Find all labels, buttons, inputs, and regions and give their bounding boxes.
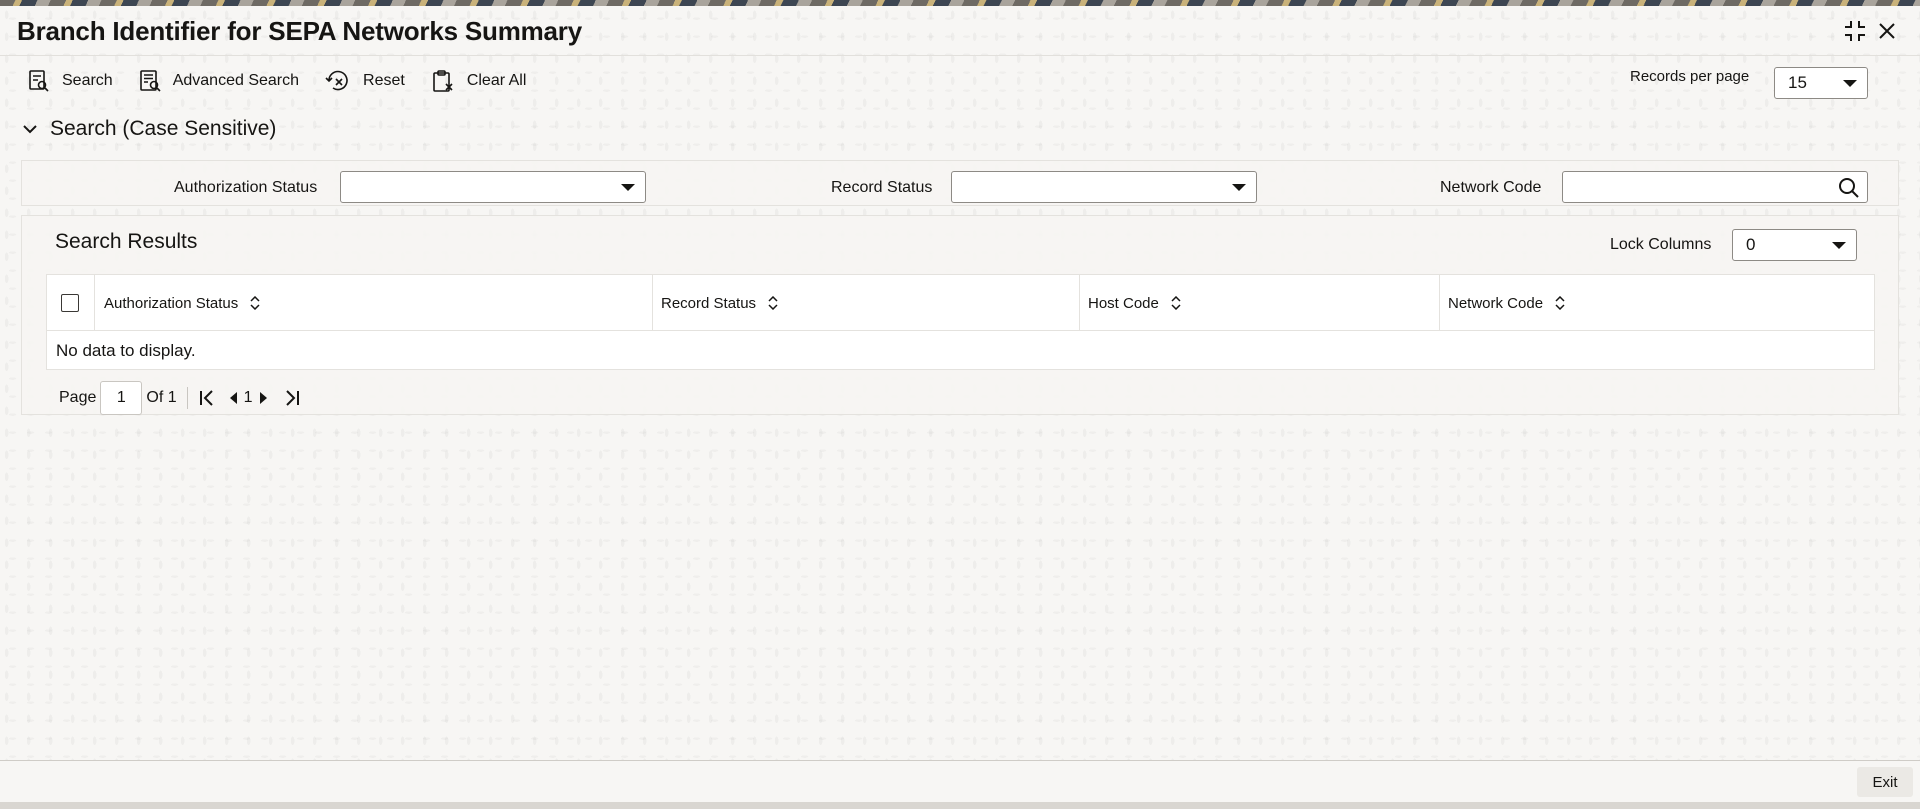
- collapse-window-icon: [1845, 21, 1865, 41]
- network-code-label: Network Code: [1440, 179, 1542, 196]
- column-label: Network Code: [1448, 294, 1544, 312]
- lock-columns-label: Lock Columns: [1610, 236, 1712, 253]
- column-header-authorization-status[interactable]: Authorization Status: [104, 275, 260, 331]
- exit-button[interactable]: Exit: [1857, 767, 1913, 797]
- clear-all-icon: [433, 70, 453, 92]
- sort-icon[interactable]: [1555, 296, 1565, 310]
- footer-bar: Exit: [0, 760, 1920, 802]
- previous-page-icon: [229, 392, 237, 404]
- lock-columns-value: 0: [1746, 235, 1756, 254]
- chevron-down-icon: [621, 184, 635, 191]
- collapse-window-button[interactable]: [1842, 18, 1868, 44]
- column-label: Host Code: [1088, 294, 1159, 312]
- search-button[interactable]: Search: [28, 66, 113, 96]
- column-divider: [1439, 275, 1440, 331]
- reset-button-label: Reset: [363, 72, 405, 89]
- search-criteria-panel: Authorization Status Record Status Netwo…: [21, 160, 1899, 206]
- search-results-panel: Search Results Lock Columns 0 Authorizat…: [21, 215, 1899, 415]
- search-results-title: Search Results: [55, 230, 198, 253]
- pager-divider: [186, 387, 188, 409]
- reset-button[interactable]: Reset: [325, 66, 405, 96]
- search-icon: [29, 70, 49, 92]
- authorization-status-select[interactable]: [340, 171, 646, 203]
- page-title: Branch Identifier for SEPA Networks Summ…: [17, 16, 582, 46]
- records-per-page-label: Records per page: [1630, 68, 1750, 85]
- first-page-icon: [199, 390, 213, 406]
- page-number-input[interactable]: 1: [100, 381, 143, 415]
- search-section-title: Search (Case Sensitive): [50, 117, 277, 140]
- select-all-checkbox[interactable]: [61, 294, 79, 312]
- column-header-record-status[interactable]: Record Status: [661, 275, 778, 331]
- table-header: Authorization Status Record Status Host …: [47, 275, 1874, 331]
- sort-icon[interactable]: [768, 296, 778, 310]
- column-label: Authorization Status: [104, 294, 239, 312]
- advanced-search-button-label: Advanced Search: [172, 72, 300, 89]
- records-per-page-value: 15: [1788, 73, 1807, 92]
- search-button-label: Search: [62, 72, 113, 89]
- previous-page-button[interactable]: [228, 391, 238, 405]
- title-bar: Branch Identifier for SEPA Networks Summ…: [0, 6, 1920, 56]
- pagination: Page 1 Of 1 1: [59, 381, 301, 415]
- empty-table-message: No data to display.: [56, 341, 196, 360]
- sort-icon[interactable]: [1171, 296, 1181, 310]
- column-label: Record Status: [661, 294, 757, 312]
- toolbar: Search Advanced Search Reset Clear All: [28, 66, 552, 96]
- lock-columns-select[interactable]: 0: [1732, 229, 1857, 261]
- column-divider: [94, 275, 95, 331]
- bottom-strip: [0, 802, 1920, 809]
- chevron-down-icon: [1843, 80, 1857, 87]
- clear-all-button-label: Clear All: [466, 72, 527, 89]
- last-page-button[interactable]: [283, 389, 301, 407]
- column-divider: [1079, 275, 1080, 331]
- record-status-select[interactable]: [951, 171, 1257, 203]
- sort-icon[interactable]: [250, 296, 260, 310]
- records-per-page-select[interactable]: 15: [1774, 67, 1868, 99]
- next-page-button[interactable]: [259, 391, 269, 405]
- first-page-button[interactable]: [198, 389, 216, 407]
- close-icon: [1879, 23, 1895, 39]
- search-section-toggle[interactable]: Search (Case Sensitive): [22, 116, 276, 142]
- column-divider: [652, 275, 653, 331]
- clear-all-button[interactable]: Clear All: [431, 66, 527, 96]
- chevron-down-icon: [1232, 184, 1246, 191]
- authorization-status-label: Authorization Status: [174, 179, 318, 196]
- advanced-search-icon: [139, 70, 161, 92]
- chevron-down-icon: [23, 125, 37, 134]
- column-header-network-code[interactable]: Network Code: [1448, 275, 1565, 331]
- search-icon[interactable]: [1837, 176, 1861, 200]
- close-window-button[interactable]: [1874, 18, 1900, 44]
- page-of-label: Of 1: [146, 389, 177, 406]
- results-table: Authorization Status Record Status Host …: [46, 274, 1875, 370]
- next-page-icon: [259, 392, 267, 404]
- reset-icon: [325, 70, 348, 91]
- current-page-number: 1: [243, 389, 253, 406]
- column-header-host-code[interactable]: Host Code: [1088, 275, 1181, 331]
- chevron-down-icon: [1832, 242, 1846, 249]
- network-code-input[interactable]: [1562, 171, 1868, 203]
- record-status-label: Record Status: [831, 179, 933, 196]
- advanced-search-button[interactable]: Advanced Search: [139, 66, 299, 96]
- page-label: Page: [59, 389, 97, 406]
- last-page-icon: [285, 390, 299, 406]
